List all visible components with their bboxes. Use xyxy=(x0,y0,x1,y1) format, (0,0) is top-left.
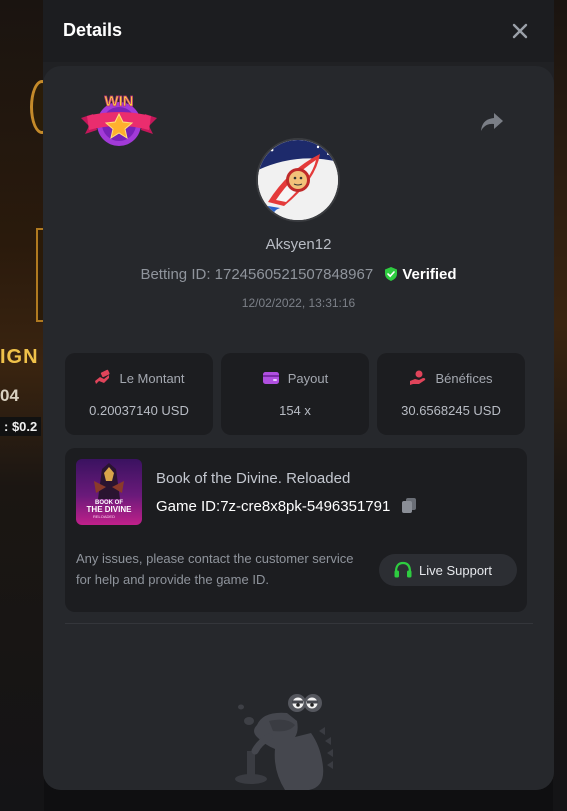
share-icon xyxy=(481,113,503,131)
live-support-label: Live Support xyxy=(419,563,492,578)
stat-profit: Bénéfices 30.6568245 USD xyxy=(377,353,525,435)
win-badge-text: WIN xyxy=(104,93,133,110)
game-id-value: 7z-cre8x8pk-5496351791 xyxy=(220,498,391,515)
modal-header: Details xyxy=(43,0,554,62)
win-badge-icon: WIN xyxy=(79,90,159,152)
game-thumbnail[interactable]: BOOK OF THE DIVINE RELOADED xyxy=(76,459,142,525)
game-thumb-text: RELOADED xyxy=(93,514,115,519)
background-text: : $0.2 xyxy=(0,417,42,436)
background-text: IGN xyxy=(0,346,39,368)
game-info-box: BOOK OF THE DIVINE RELOADED Book of the … xyxy=(65,448,527,612)
divider xyxy=(65,623,533,624)
crocodile-mascot-icon xyxy=(229,691,359,790)
support-message: Any issues, please contact the customer … xyxy=(76,551,354,587)
verified-shield-icon xyxy=(383,266,399,282)
modal-title: Details xyxy=(63,20,123,40)
username: Aksyen12 xyxy=(265,236,332,253)
game-id-row: Game ID:7z-cre8x8pk-5496351791 xyxy=(156,496,418,515)
betting-id: Betting ID: 1724560521507848967 xyxy=(140,266,374,283)
game-id-label: Game ID: xyxy=(156,498,221,515)
headset-icon xyxy=(394,561,412,578)
live-support-button[interactable]: Live Support xyxy=(379,554,517,586)
close-icon xyxy=(512,23,528,39)
stat-label: Bénéfices xyxy=(435,371,493,386)
verified-label: Verified xyxy=(402,266,457,283)
doge-rocket-icon xyxy=(258,140,338,220)
bet-details-card: WIN Aksyen12 Betting ID: 172456052150784… xyxy=(43,66,554,790)
background-game-right xyxy=(553,0,567,811)
stat-value: 30.6568245 USD xyxy=(401,403,501,418)
timestamp: 12/02/2022, 13:31:16 xyxy=(241,296,356,310)
stat-value: 0.20037140 USD xyxy=(89,403,189,418)
stat-amount: Le Montant 0.20037140 USD xyxy=(65,353,213,435)
game-thumb-text: THE DIVINE xyxy=(87,505,133,514)
betting-id-row: Betting ID: 1724560521507848967 Verified xyxy=(43,266,554,283)
background-text: 04 xyxy=(0,386,19,405)
money-hand-icon xyxy=(95,369,111,384)
avatar xyxy=(256,138,340,222)
stat-value: 154 x xyxy=(279,403,311,418)
share-button[interactable] xyxy=(479,110,505,134)
stat-label: Payout xyxy=(287,371,329,386)
stat-label: Le Montant xyxy=(119,371,185,386)
wallet-icon xyxy=(262,372,279,384)
close-button[interactable] xyxy=(509,20,531,42)
stat-payout: Payout 154 x xyxy=(221,353,369,435)
copy-icon xyxy=(402,498,417,513)
profit-hand-icon xyxy=(410,370,426,385)
copy-button[interactable] xyxy=(400,496,418,514)
details-modal: Details WIN Aksyen12 Betting ID: 1724560… xyxy=(43,0,554,790)
game-title: Book of the Divine. Reloaded xyxy=(156,470,351,487)
